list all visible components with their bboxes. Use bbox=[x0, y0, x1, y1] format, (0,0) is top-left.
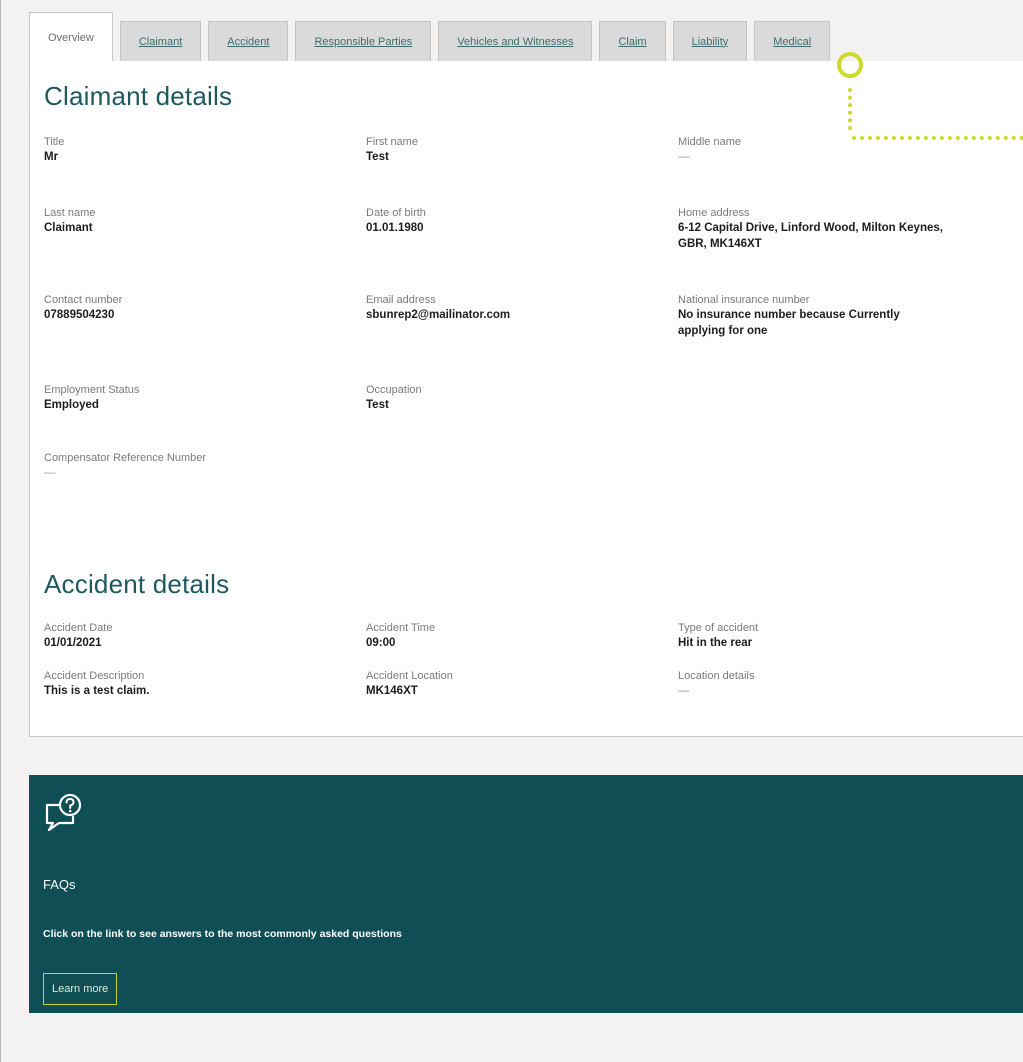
field-accident-time: Accident Time 09:00 bbox=[366, 621, 666, 651]
field-location-details-value: — bbox=[678, 685, 690, 697]
field-email-address: Email address sbunrep2@mailinator.com bbox=[366, 293, 666, 323]
field-email-address-label: Email address bbox=[366, 294, 436, 306]
page-frame: Overview Claimant Accident Responsible P… bbox=[0, 0, 1023, 1062]
field-national-insurance-number: National insurance number No insurance n… bbox=[678, 293, 918, 339]
field-last-name: Last name Claimant bbox=[44, 206, 344, 236]
field-contact-number: Contact number 07889504230 bbox=[44, 293, 344, 323]
field-occupation-value: Test bbox=[366, 399, 389, 411]
highlight-dotted-line-vertical bbox=[848, 88, 852, 130]
field-accident-time-value: 09:00 bbox=[366, 637, 396, 649]
field-accident-description-label: Accident Description bbox=[44, 670, 145, 682]
field-compensator-reference-value: — bbox=[44, 467, 56, 479]
field-title: Title Mr bbox=[44, 135, 344, 165]
field-location-details-label: Location details bbox=[678, 670, 755, 682]
field-accident-date-label: Accident Date bbox=[44, 622, 113, 634]
field-home-address-value: 6-12 Capital Drive, Linford Wood, Milton… bbox=[678, 222, 943, 250]
field-type-of-accident-value: Hit in the rear bbox=[678, 637, 753, 649]
field-home-address: Home address 6-12 Capital Drive, Linford… bbox=[678, 206, 943, 252]
field-last-name-value: Claimant bbox=[44, 222, 93, 234]
field-employment-status-label: Employment Status bbox=[44, 384, 140, 396]
field-accident-time-label: Accident Time bbox=[366, 622, 436, 634]
field-employment-status-value: Employed bbox=[44, 399, 99, 411]
field-title-label: Title bbox=[44, 136, 65, 148]
field-location-details: Location details — bbox=[678, 669, 978, 699]
tab-medical[interactable]: Medical bbox=[754, 21, 831, 61]
field-first-name-label: First name bbox=[366, 136, 418, 148]
field-national-insurance-number-label: National insurance number bbox=[678, 294, 810, 306]
faq-title: FAQs bbox=[43, 877, 76, 892]
field-first-name-value: Test bbox=[366, 151, 389, 163]
overview-panel: Claimant details Title Mr First name Tes… bbox=[29, 61, 1023, 737]
accident-details-heading: Accident details bbox=[44, 569, 230, 599]
claimant-details-heading: Claimant details bbox=[44, 81, 233, 111]
field-accident-location-value: MK146XT bbox=[366, 685, 418, 697]
field-accident-location-label: Accident Location bbox=[366, 670, 453, 682]
field-date-of-birth-value: 01.01.1980 bbox=[366, 222, 424, 234]
field-date-of-birth: Date of birth 01.01.1980 bbox=[366, 206, 666, 236]
field-type-of-accident-label: Type of accident bbox=[678, 622, 759, 634]
field-middle-name-value: — bbox=[678, 151, 690, 163]
field-first-name: First name Test bbox=[366, 135, 666, 165]
field-title-value: Mr bbox=[44, 151, 59, 163]
field-national-insurance-number-value: No insurance number because Currently ap… bbox=[678, 309, 900, 337]
tab-liability[interactable]: Liability bbox=[672, 21, 748, 61]
field-employment-status: Employment Status Employed bbox=[44, 383, 344, 413]
field-type-of-accident: Type of accident Hit in the rear bbox=[678, 621, 978, 651]
field-compensator-reference-label: Compensator Reference Number bbox=[44, 452, 207, 464]
tab-bar: Overview Claimant Accident Responsible P… bbox=[29, 12, 1023, 62]
tab-vehicles-and-witnesses[interactable]: Vehicles and Witnesses bbox=[438, 21, 593, 61]
field-email-address-value: sbunrep2@mailinator.com bbox=[366, 309, 511, 321]
highlight-dotted-line-horizontal bbox=[852, 136, 1023, 140]
bottom-strip bbox=[29, 1013, 1023, 1062]
tab-responsible-parties[interactable]: Responsible Parties bbox=[295, 21, 432, 61]
field-home-address-label: Home address bbox=[678, 207, 750, 219]
field-compensator-reference: Compensator Reference Number — bbox=[44, 451, 344, 481]
question-speech-bubble-icon bbox=[45, 793, 82, 832]
tab-claimant[interactable]: Claimant bbox=[119, 21, 202, 61]
field-contact-number-label: Contact number bbox=[44, 294, 123, 306]
field-accident-date-value: 01/01/2021 bbox=[44, 637, 102, 649]
tab-claim[interactable]: Claim bbox=[599, 21, 666, 61]
field-accident-description-value: This is a test claim. bbox=[44, 685, 150, 697]
field-occupation: Occupation Test bbox=[366, 383, 666, 413]
field-occupation-label: Occupation bbox=[366, 384, 422, 396]
tab-accident[interactable]: Accident bbox=[208, 21, 289, 61]
faq-section: FAQs Click on the link to see answers to… bbox=[29, 775, 1023, 1013]
tab-overview[interactable]: Overview bbox=[29, 12, 113, 62]
field-accident-location: Accident Location MK146XT bbox=[366, 669, 666, 699]
field-last-name-label: Last name bbox=[44, 207, 96, 219]
field-date-of-birth-label: Date of birth bbox=[366, 207, 426, 219]
field-contact-number-value: 07889504230 bbox=[44, 309, 115, 321]
faq-description: Click on the link to see answers to the … bbox=[43, 928, 402, 940]
field-accident-description: Accident Description This is a test clai… bbox=[44, 669, 344, 699]
learn-more-button[interactable]: Learn more bbox=[43, 973, 118, 1005]
field-accident-date: Accident Date 01/01/2021 bbox=[44, 621, 344, 651]
highlight-ring-marker bbox=[837, 52, 863, 78]
